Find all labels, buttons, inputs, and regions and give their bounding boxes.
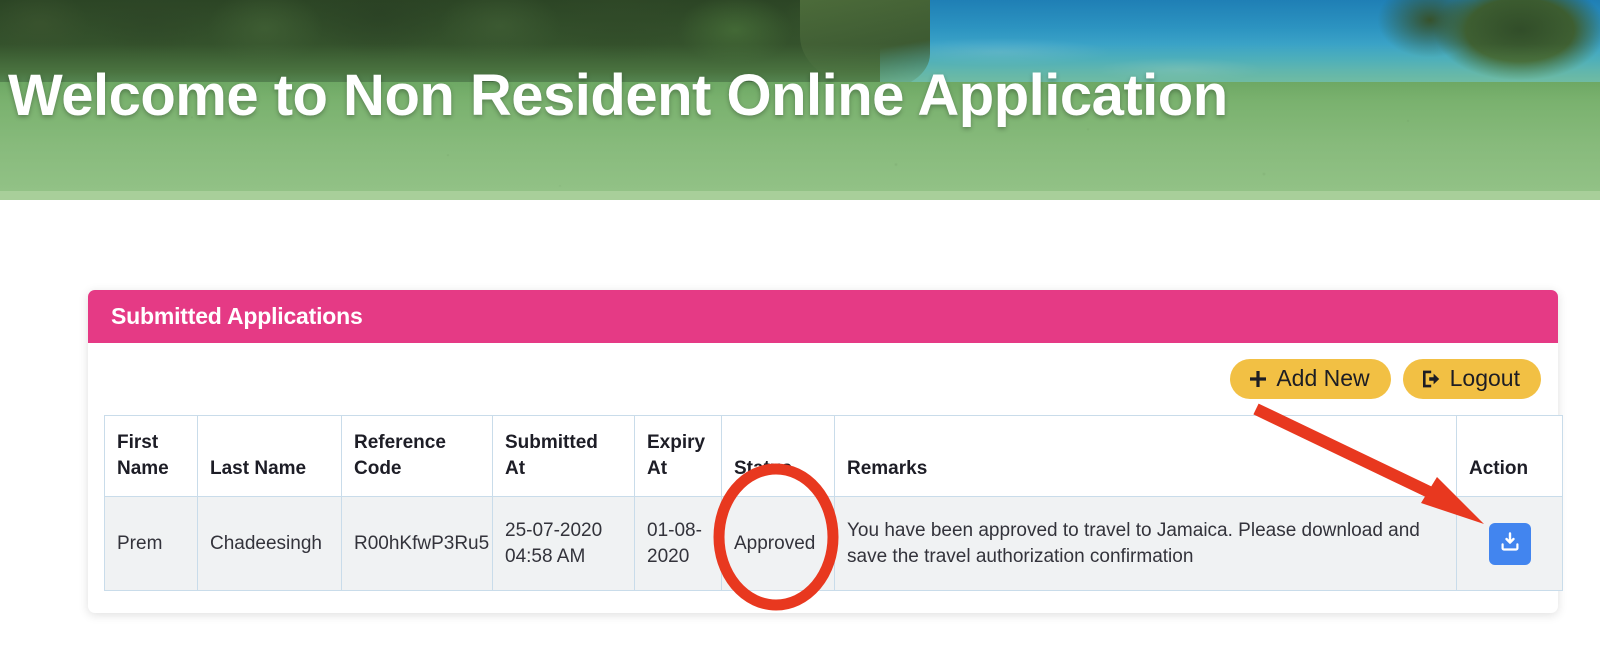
- page-title: Welcome to Non Resident Online Applicati…: [8, 63, 1228, 128]
- add-new-label: Add New: [1276, 365, 1370, 391]
- card-header: Submitted Applications: [88, 290, 1558, 343]
- cell-remarks: You have been approved to travel to Jama…: [834, 496, 1457, 592]
- hero-banner: Welcome to Non Resident Online Applicati…: [0, 0, 1600, 200]
- cell-reference-code: R00hKfwP3Ru5: [341, 496, 493, 592]
- logout-button[interactable]: Logout: [1402, 359, 1541, 399]
- cell-submitted-at: 25-07-2020 04:58 AM: [492, 496, 635, 592]
- table-body: Prem Chadeesingh R00hKfwP3Ru5 25-07-2020…: [104, 496, 1563, 592]
- cell-first-name: Prem: [104, 496, 198, 592]
- applications-table: First Name Last Name Reference Code Subm…: [104, 414, 1563, 592]
- column-header-first-name: First Name: [104, 414, 198, 498]
- logout-label: Logout: [1449, 365, 1520, 391]
- column-header-expiry-at: Expiry At: [634, 414, 722, 498]
- column-header-action: Action: [1456, 414, 1563, 498]
- column-header-status: Status: [721, 414, 835, 498]
- hero-bottom-strip: [0, 191, 1600, 200]
- cell-action: [1456, 496, 1563, 592]
- add-new-button[interactable]: Add New: [1230, 359, 1391, 399]
- column-header-remarks: Remarks: [834, 414, 1457, 498]
- column-header-reference-code: Reference Code: [341, 414, 493, 498]
- download-button[interactable]: [1488, 522, 1531, 565]
- plus-icon: [1248, 369, 1268, 389]
- sign-out-icon: [1421, 369, 1442, 389]
- table-header-row: First Name Last Name Reference Code Subm…: [104, 414, 1563, 498]
- card-title: Submitted Applications: [111, 303, 363, 329]
- column-header-submitted-at: Submitted At: [492, 414, 635, 498]
- table-row: Prem Chadeesingh R00hKfwP3Ru5 25-07-2020…: [104, 496, 1563, 592]
- submitted-applications-card: Submitted Applications Add New Logout Fi…: [88, 290, 1563, 614]
- cell-expiry-at: 01-08-2020: [634, 496, 722, 592]
- card-body: Add New Logout First Name Last Name Refe…: [88, 343, 1563, 613]
- card-toolbar: Add New Logout: [104, 359, 1542, 399]
- cell-last-name: Chadeesingh: [197, 496, 342, 592]
- table-header: First Name Last Name Reference Code Subm…: [104, 414, 1563, 498]
- cell-status: Approved: [721, 496, 835, 592]
- column-header-last-name: Last Name: [197, 414, 342, 498]
- download-icon: [1499, 531, 1521, 556]
